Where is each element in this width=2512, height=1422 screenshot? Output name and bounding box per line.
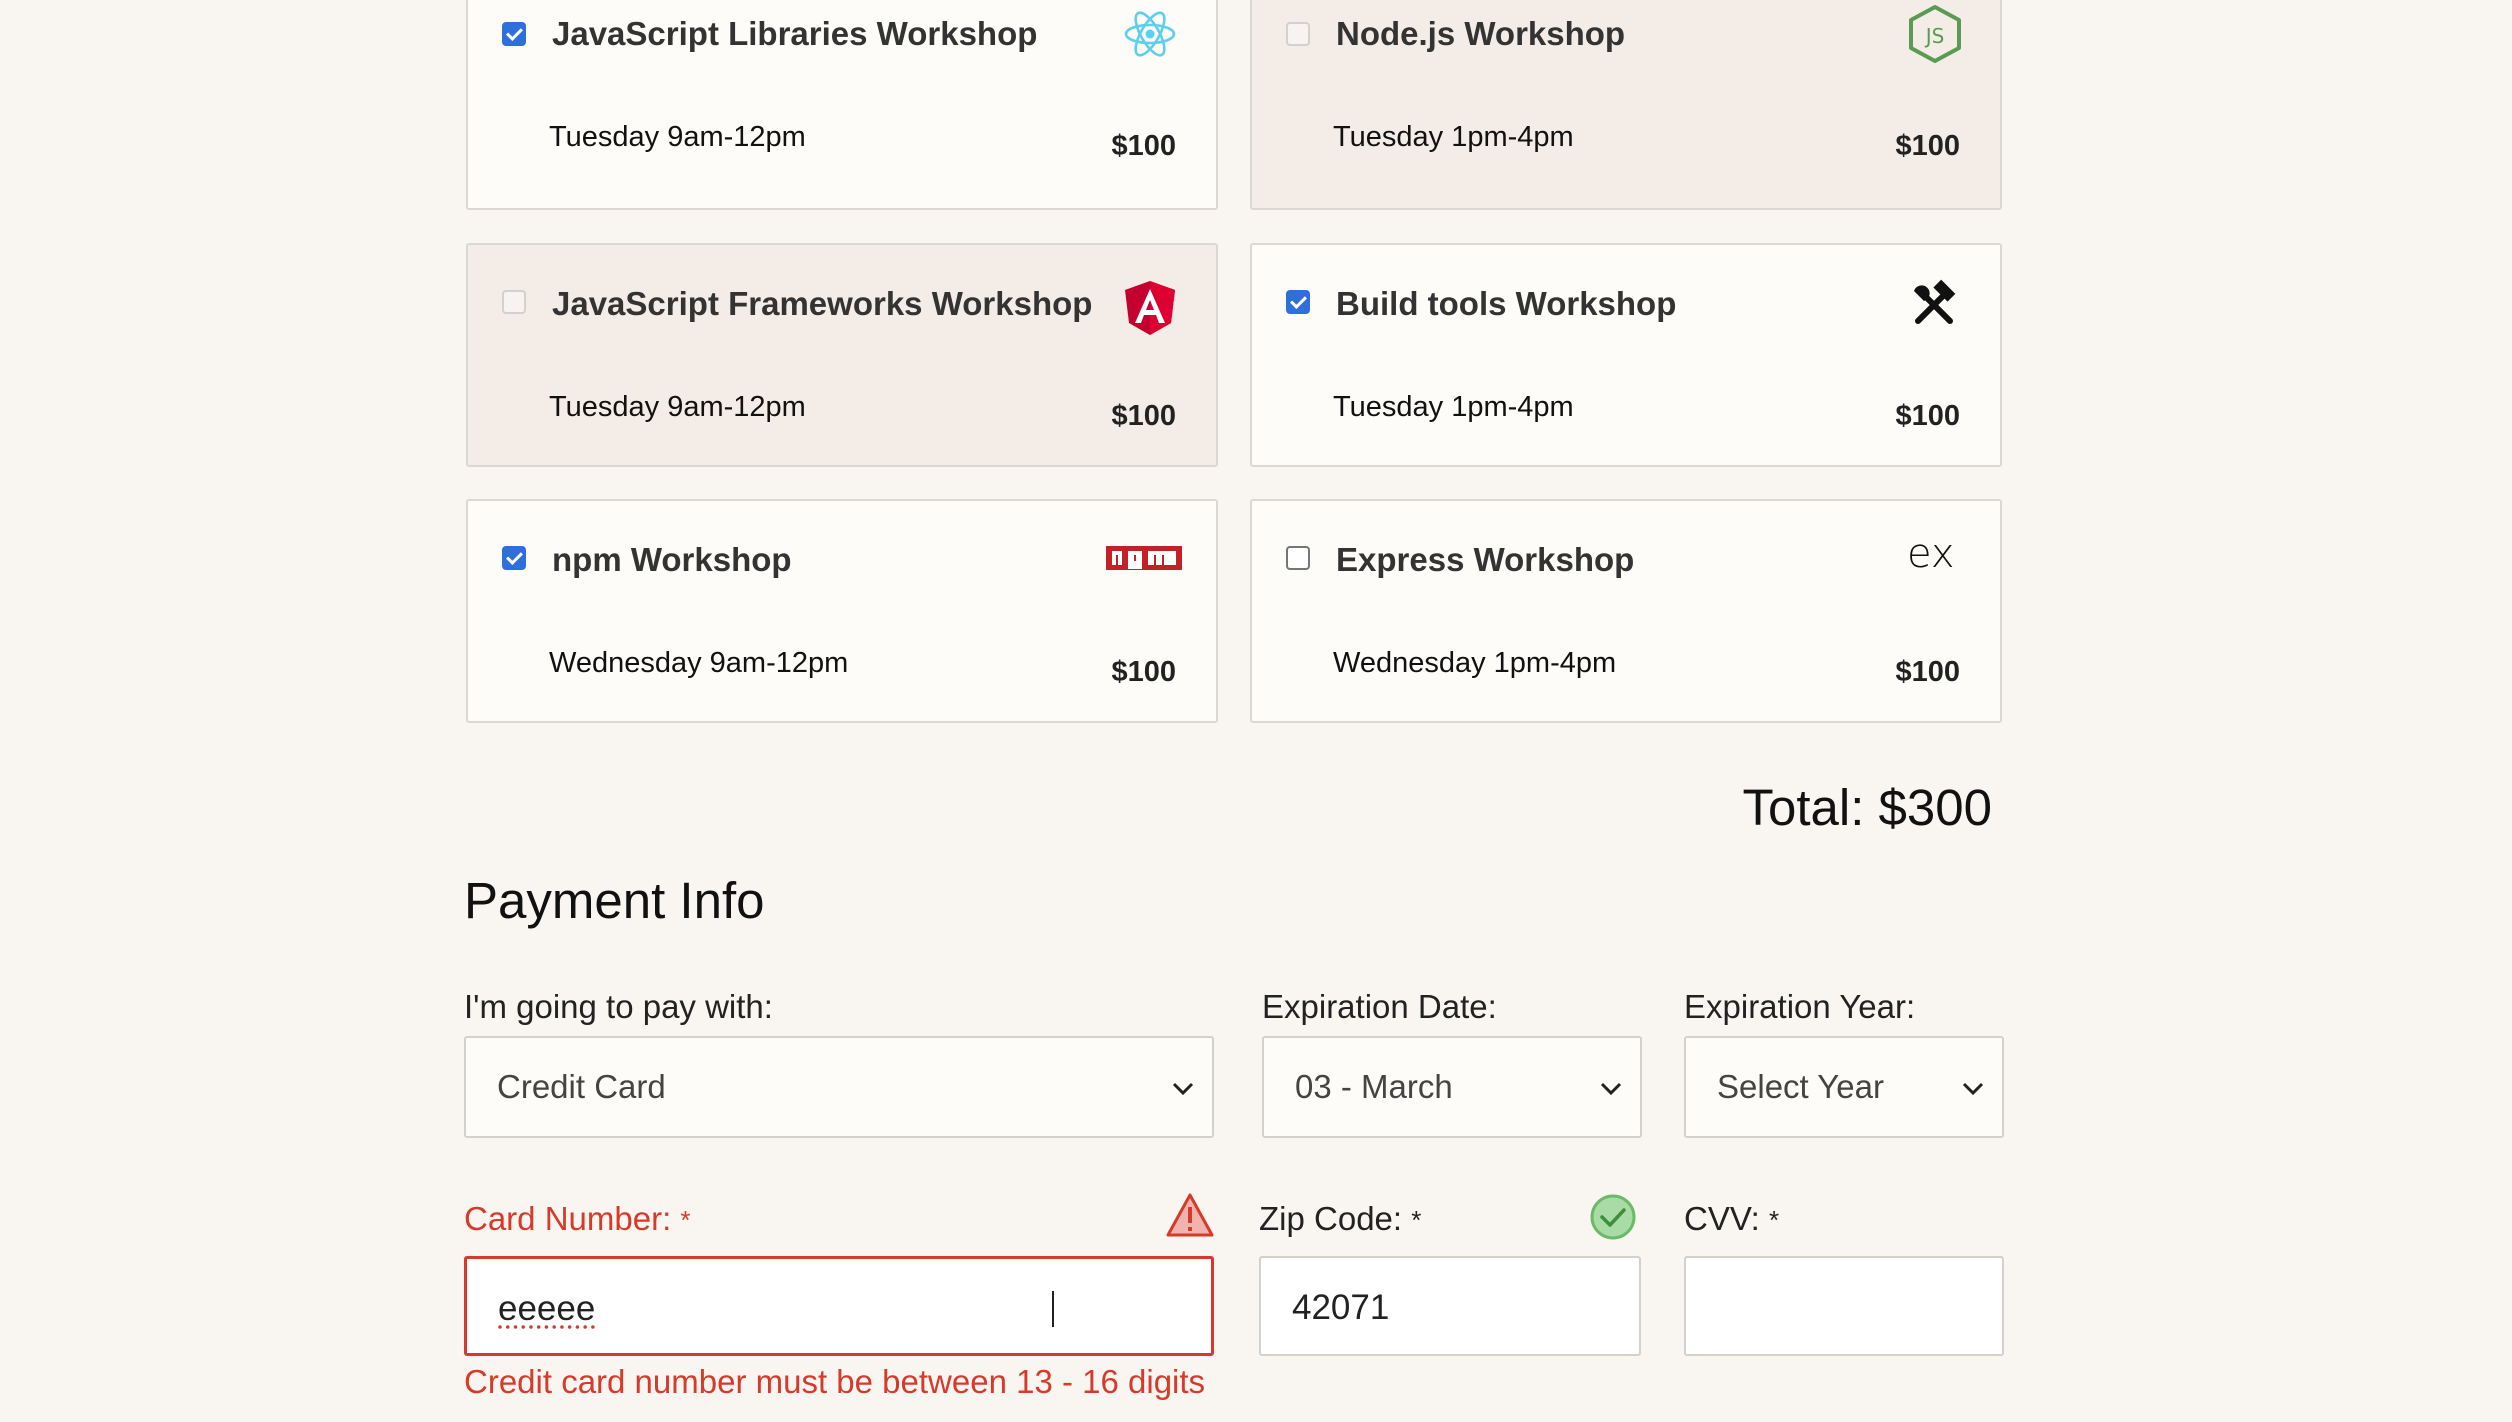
- workshop-time: Tuesday 9am-12pm: [549, 391, 806, 423]
- required-mark: *: [1411, 1205, 1422, 1235]
- workshop-card-express[interactable]: Express Workshop ex Wednesday 1pm-4pm $1…: [1250, 499, 2002, 723]
- workshop-price: $100: [1895, 656, 1960, 688]
- payment-method-value: Credit Card: [497, 1068, 666, 1105]
- text-caret: [1052, 1291, 1054, 1327]
- expiration-date-label: Expiration Date:: [1262, 988, 1497, 1025]
- cvv-label: CVV: *: [1684, 1200, 1779, 1238]
- payment-method-select[interactable]: Credit Card: [464, 1036, 1214, 1138]
- angular-icon: [1123, 279, 1177, 342]
- payment-info-heading: Payment Info: [464, 872, 765, 929]
- workshop-checkbox[interactable]: [502, 22, 526, 46]
- required-mark: *: [680, 1205, 691, 1235]
- workshop-card-build-tools[interactable]: Build tools Workshop Tuesday 1pm-4pm $10…: [1250, 243, 2002, 467]
- workshop-title: JavaScript Frameworks Workshop: [552, 285, 1093, 322]
- warning-icon: [1166, 1192, 1214, 1243]
- workshop-title: npm Workshop: [552, 541, 792, 578]
- cvv-input[interactable]: [1684, 1256, 2004, 1356]
- workshop-time: Tuesday 1pm-4pm: [1333, 121, 1574, 153]
- expiration-year-value: Select Year: [1717, 1068, 1884, 1105]
- tools-icon: [1908, 279, 1960, 336]
- zip-code-value: 42071: [1292, 1288, 1390, 1327]
- workshop-price: $100: [1111, 656, 1176, 688]
- expiration-date-select[interactable]: 03 - March: [1262, 1036, 1642, 1138]
- workshop-price: $100: [1895, 400, 1960, 432]
- workshop-time: Wednesday 1pm-4pm: [1333, 647, 1617, 679]
- svg-text:ex: ex: [1907, 533, 1955, 577]
- npm-icon: [1106, 546, 1182, 581]
- workshop-price: $100: [1111, 400, 1176, 432]
- card-number-input[interactable]: eeeee: [464, 1256, 1214, 1356]
- svg-text:JS: JS: [1924, 24, 1945, 48]
- zip-code-label-text: Zip Code:: [1259, 1200, 1403, 1237]
- workshop-title: Build tools Workshop: [1336, 285, 1677, 322]
- cvv-label-text: CVV:: [1684, 1200, 1760, 1237]
- card-number-label-text: Card Number:: [464, 1200, 672, 1237]
- workshop-time: Wednesday 9am-12pm: [549, 647, 849, 679]
- react-icon: [1124, 8, 1176, 65]
- workshop-title: Express Workshop: [1336, 541, 1635, 578]
- workshop-card-npm[interactable]: npm Workshop Wednesday 9am-12pm $100: [466, 499, 1218, 723]
- card-number-label: Card Number: *: [464, 1200, 691, 1238]
- workshop-price: $100: [1895, 130, 1960, 162]
- workshop-checkbox[interactable]: [1286, 546, 1310, 570]
- required-mark: *: [1768, 1205, 1780, 1235]
- workshop-card-nodejs: Node.js Workshop JS Tuesday 1pm-4pm $100: [1250, 0, 2002, 210]
- workshop-time: Tuesday 9am-12pm: [549, 121, 806, 153]
- chevron-down-icon: [1170, 1080, 1196, 1103]
- expiration-year-select[interactable]: Select Year: [1684, 1036, 2004, 1138]
- expiration-date-value: 03 - March: [1295, 1068, 1453, 1105]
- card-number-value: eeeee: [498, 1289, 596, 1328]
- workshop-checkbox: [502, 290, 526, 314]
- chevron-down-icon: [1598, 1080, 1624, 1103]
- workshop-title: JavaScript Libraries Workshop: [552, 15, 1038, 52]
- card-number-error: Credit card number must be between 13 - …: [464, 1363, 1206, 1400]
- workshop-checkbox[interactable]: [1286, 290, 1310, 314]
- workshop-card-js-frameworks: JavaScript Frameworks Workshop Tuesday 9…: [466, 243, 1218, 467]
- expiration-year-label: Expiration Year:: [1684, 988, 1916, 1025]
- zip-code-label: Zip Code: *: [1259, 1200, 1421, 1238]
- nodejs-icon: JS: [1907, 4, 1963, 69]
- express-icon: ex: [1907, 531, 1961, 582]
- chevron-down-icon: [1960, 1080, 1986, 1103]
- pay-with-label: I'm going to pay with:: [464, 988, 773, 1025]
- workshop-checkbox: [1286, 22, 1310, 46]
- workshop-card-js-libraries[interactable]: JavaScript Libraries Workshop Tuesday 9a…: [466, 0, 1218, 210]
- workshop-checkbox[interactable]: [502, 546, 526, 570]
- zip-code-input[interactable]: 42071: [1259, 1256, 1641, 1356]
- workshop-title: Node.js Workshop: [1336, 15, 1626, 52]
- workshop-time: Tuesday 1pm-4pm: [1333, 391, 1574, 423]
- total-cost: Total: $300: [1742, 779, 1992, 836]
- check-circle-icon: [1589, 1193, 1637, 1246]
- workshop-price: $100: [1111, 130, 1176, 162]
